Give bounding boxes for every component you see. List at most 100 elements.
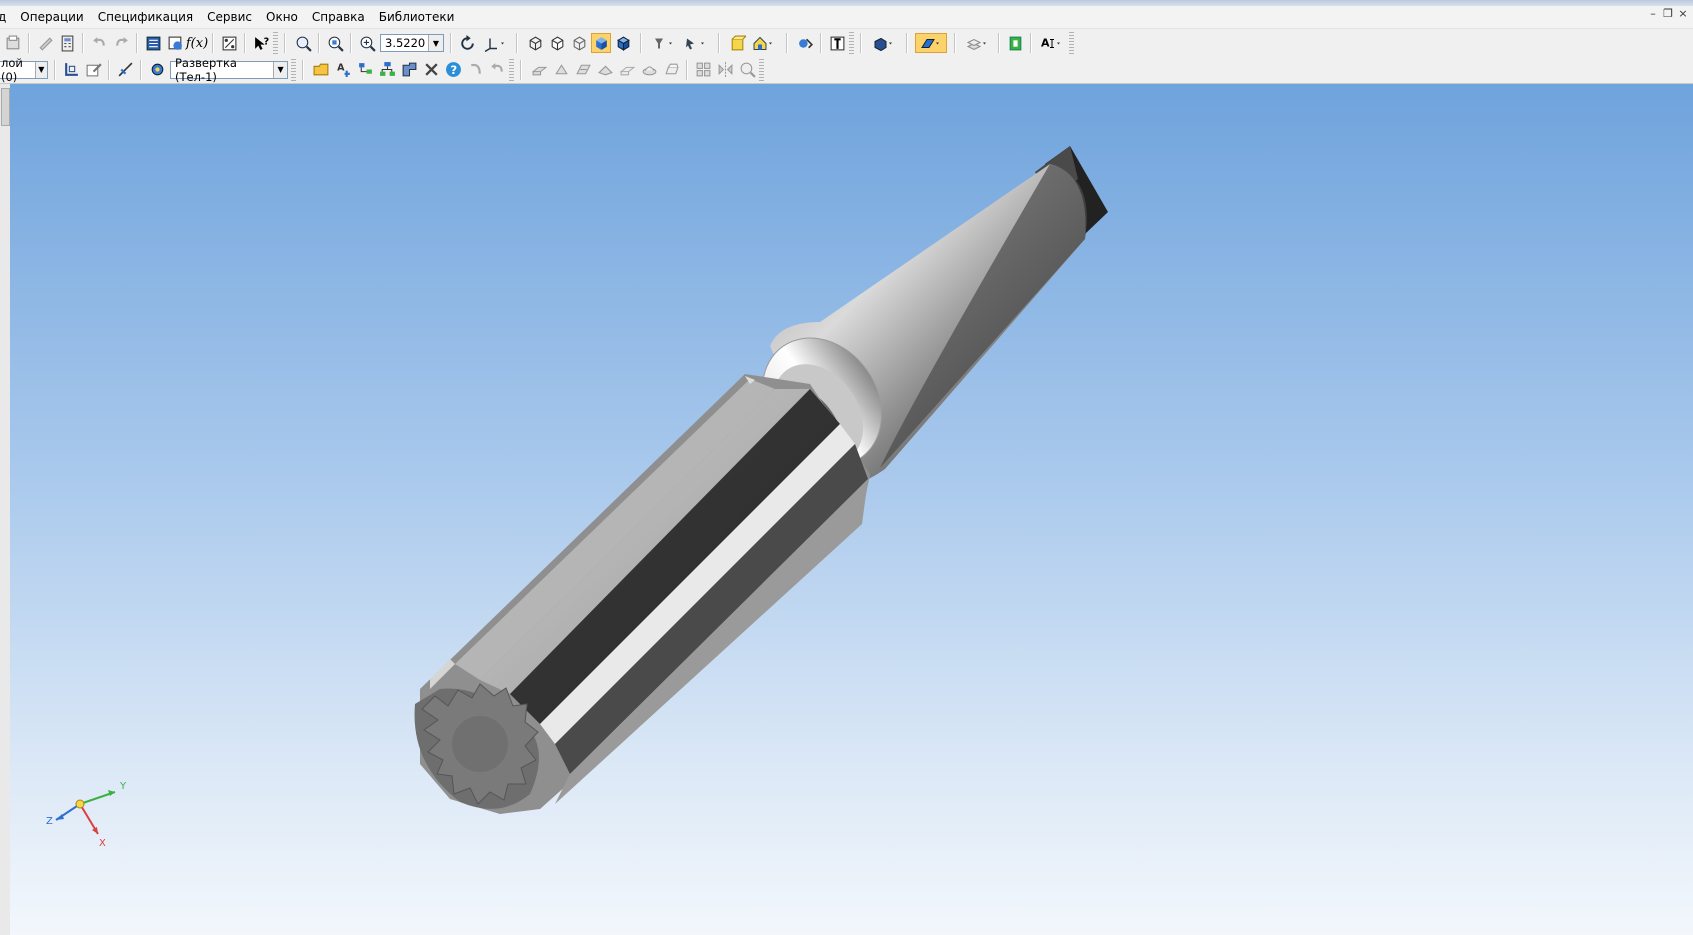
cut-revolve-button[interactable]	[639, 60, 659, 80]
perspective-button[interactable]	[749, 33, 779, 53]
tree-structure-button[interactable]	[355, 60, 375, 80]
undo-icon	[92, 36, 105, 46]
zoom-in-icon	[360, 36, 376, 52]
chevron-down-icon[interactable]: ▼	[273, 61, 287, 78]
parameters-button[interactable]	[827, 33, 847, 53]
open-library-button[interactable]	[311, 60, 331, 80]
model-tree-button[interactable]	[143, 33, 163, 53]
menu-item-window[interactable]: Окно	[259, 6, 305, 28]
hidden-lines-cube-icon	[551, 36, 563, 50]
measure-tools-icon	[740, 62, 756, 78]
axis-y-label: Y	[120, 781, 127, 792]
measure-button[interactable]	[219, 33, 239, 53]
close-button[interactable]: ×	[1677, 8, 1689, 20]
rebuild-icon	[470, 63, 481, 74]
minimize-button[interactable]: –	[1647, 8, 1659, 20]
cut-extrude-button[interactable]	[617, 60, 637, 80]
global-bindings-button[interactable]	[795, 33, 815, 53]
layers-button[interactable]	[963, 33, 993, 53]
menu-item-libraries[interactable]: Библиотеки	[372, 6, 462, 28]
mirror-button[interactable]	[715, 60, 735, 80]
3d-viewport[interactable]: Y X Z	[10, 84, 1693, 935]
section-button[interactable]	[727, 33, 747, 53]
zoom-fit-icon	[328, 36, 344, 52]
color-button[interactable]	[915, 33, 947, 53]
tools-button[interactable]	[421, 60, 441, 80]
standard-toolbar: f(x) ? 3.5220 ▼ A	[0, 30, 1693, 56]
pencil-check-icon	[38, 36, 53, 51]
context-help-button[interactable]: ?	[251, 33, 271, 53]
cut-extrude-icon	[619, 66, 635, 76]
zoom-in-button[interactable]	[357, 33, 377, 53]
attributes-button[interactable]: A	[333, 60, 353, 80]
model-tree-icon	[146, 36, 160, 50]
check-button[interactable]	[35, 33, 55, 53]
shaded-button[interactable]	[591, 33, 611, 53]
filter-button[interactable]	[649, 33, 679, 53]
hierarchy-icon	[379, 62, 395, 76]
manager-button[interactable]	[165, 33, 185, 53]
selection-icon	[686, 38, 704, 49]
cut-loft-button[interactable]	[661, 60, 681, 80]
export-button[interactable]	[1005, 33, 1025, 53]
rebuild-button[interactable]	[465, 60, 485, 80]
revolve-button[interactable]	[551, 60, 571, 80]
array-button[interactable]	[693, 60, 713, 80]
select-filter-icon	[655, 38, 672, 48]
hidden-lines-button[interactable]	[547, 33, 567, 53]
print-preview-button[interactable]	[3, 33, 23, 53]
toolbar-grip[interactable]	[273, 32, 278, 54]
menu-item-service[interactable]: Сервис	[200, 6, 259, 28]
zoom-fit-button[interactable]	[325, 33, 345, 53]
menu-item-specification[interactable]: Спецификация	[91, 6, 200, 28]
coordinate-system-button[interactable]	[61, 60, 81, 80]
menu-item-trimmed[interactable]: д	[0, 6, 13, 28]
zoom-window-button[interactable]	[293, 33, 313, 53]
reamer-3d-model	[414, 146, 1108, 814]
attributes-icon: A	[337, 63, 350, 77]
menu-item-operations[interactable]: Операции	[13, 6, 90, 28]
toolbar-grip[interactable]	[759, 58, 764, 81]
sketch-button[interactable]	[115, 60, 135, 80]
toolbar-grip[interactable]	[849, 32, 854, 54]
toolbar-grip[interactable]	[1069, 32, 1074, 54]
hierarchy-button[interactable]	[377, 60, 397, 80]
body-settings-button[interactable]	[147, 60, 167, 80]
shaded-edges-button[interactable]	[613, 33, 633, 53]
measure-tools-button[interactable]	[737, 60, 757, 80]
edit-sketch-button[interactable]	[83, 60, 103, 80]
loft-button[interactable]	[573, 60, 593, 80]
model-tree-tab[interactable]	[1, 88, 10, 126]
text-style-button[interactable]: A	[1037, 33, 1067, 53]
tools-icon	[424, 63, 438, 76]
redo-button[interactable]	[111, 33, 131, 53]
selection-button[interactable]	[681, 33, 711, 53]
extrude-button[interactable]	[529, 60, 549, 80]
toolbar-grip[interactable]	[291, 58, 296, 81]
chevron-down-icon[interactable]: ▼	[34, 61, 47, 78]
rotate-button[interactable]	[457, 33, 477, 53]
axis-triad	[55, 790, 116, 835]
help-button[interactable]: ?	[443, 60, 463, 80]
repeat-icon	[490, 63, 503, 72]
material-button[interactable]	[869, 33, 899, 53]
sweep-button[interactable]	[595, 60, 615, 80]
measure-icon	[222, 36, 236, 50]
orientation-axes-icon	[484, 38, 504, 52]
variables-button[interactable]: f(x)	[186, 33, 208, 53]
wireframe-button[interactable]	[525, 33, 545, 53]
menu-item-help[interactable]: Справка	[305, 6, 372, 28]
components-button[interactable]	[399, 60, 419, 80]
zoom-scale-combo[interactable]: 3.5220 ▼	[380, 34, 444, 52]
undo-button[interactable]	[89, 33, 109, 53]
repeat-button[interactable]	[487, 60, 507, 80]
wireframe-cube-icon	[529, 36, 541, 50]
orientation-button[interactable]	[479, 33, 509, 53]
chevron-down-icon[interactable]: ▼	[428, 35, 443, 51]
toolbar-grip[interactable]	[509, 58, 514, 81]
thin-lines-button[interactable]	[569, 33, 589, 53]
body-combo[interactable]: Развертка (Тел-1) ▼	[170, 56, 288, 84]
layer-combo[interactable]: лой (0) ▼	[0, 56, 48, 84]
restore-button[interactable]: ❐	[1662, 8, 1674, 20]
calculator-button[interactable]	[57, 33, 77, 53]
